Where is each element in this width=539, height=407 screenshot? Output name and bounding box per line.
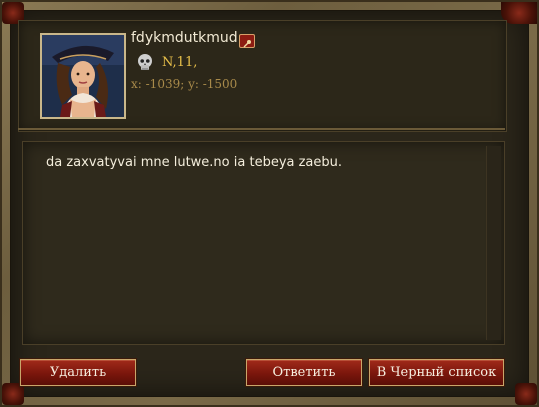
sender-avatar[interactable]	[40, 33, 126, 119]
header-divider	[18, 128, 505, 130]
sender-name[interactable]: fdykmdutkmud	[131, 30, 238, 46]
skull-icon	[136, 53, 154, 73]
sender-level: N,11,	[162, 55, 198, 70]
avatar-image	[42, 35, 124, 117]
blacklist-button[interactable]: В Черный список	[369, 359, 504, 386]
delete-button[interactable]: Удалить	[20, 359, 136, 386]
skull-glyph	[138, 54, 152, 70]
message-body-panel	[22, 141, 505, 345]
pin-glyph	[243, 40, 251, 48]
corner-ornament	[2, 383, 24, 405]
reply-button[interactable]: Ответить	[246, 359, 362, 386]
corner-ornament	[515, 383, 537, 405]
pin-icon[interactable]	[239, 34, 255, 48]
message-scrollbar[interactable]	[486, 146, 501, 340]
sender-coords[interactable]: x: -1039; y: -1500	[131, 77, 237, 91]
message-text: da zaxvatyvai mne lutwe.no ia tebeya zae…	[46, 155, 343, 170]
